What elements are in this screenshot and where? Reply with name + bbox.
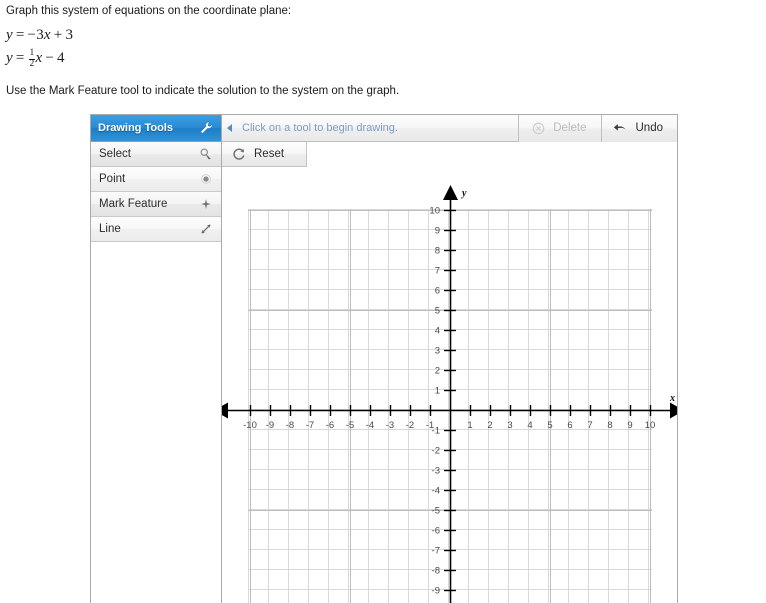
task-instruction: Use the Mark Feature tool to indicate th… [6, 85, 400, 97]
y-axis-tick-label: 10 [429, 206, 440, 217]
delete-circle-x-icon [530, 120, 546, 136]
tool-select[interactable]: Select [91, 142, 221, 167]
y-axis-tick-label: 9 [435, 226, 440, 237]
x-axis-tick-label: 2 [487, 420, 492, 431]
coordinate-plane-svg[interactable]: y x -10 -9 -8 -7 -6 -5 -4 -3 -2 -1 1 2 3 4 5 6 7 8 9 10 10 9 8 7 6… [222, 142, 677, 603]
x-axis-tick-label: 10 [645, 420, 656, 431]
tool-line[interactable]: Line [91, 217, 221, 242]
reset-refresh-icon [231, 146, 247, 162]
delete-button[interactable]: Delete [518, 114, 601, 142]
drawing-tools-title: Drawing Tools [98, 122, 173, 134]
wrench-icon [199, 120, 215, 136]
y-axis-tick-label: 6 [435, 286, 440, 297]
x-axis-label: x [669, 393, 675, 404]
y-axis-tick-label: -7 [432, 546, 440, 557]
y-axis-tick-label: -1 [432, 426, 440, 437]
tool-mark-feature[interactable]: Mark Feature [91, 192, 221, 217]
y-axis-tick-label: 8 [435, 246, 440, 257]
graphing-applet: Drawing Tools Select Point Mark Feature … [90, 114, 678, 603]
undo-arrow-icon [613, 120, 629, 136]
equation-2-operator: − [45, 50, 55, 66]
equation-1-coefficient: 3 [36, 27, 44, 43]
x-axis-tick-label: -5 [346, 420, 354, 431]
line-arrow-icon [198, 221, 214, 237]
y-axis-tick-label: -5 [432, 506, 440, 517]
equation-2-constant: 4 [57, 50, 65, 66]
delete-button-label: Delete [553, 122, 587, 134]
point-dot-icon [198, 171, 214, 187]
x-axis-arrow-right-icon [670, 402, 677, 419]
x-axis-tick-label: -3 [386, 420, 394, 431]
tool-point[interactable]: Point [91, 167, 221, 192]
equation-1-variable: x [43, 27, 51, 43]
x-axis-tick-label: -10 [243, 420, 257, 431]
x-axis-tick-label: -6 [326, 420, 334, 431]
cursor-select-icon [198, 146, 214, 162]
tool-mark-feature-label: Mark Feature [99, 198, 168, 210]
graph-work-area: Click on a tool to begin drawing. Delete… [222, 114, 677, 603]
y-axis-tick-label: 2 [435, 366, 440, 377]
reset-button[interactable]: Reset [222, 142, 308, 167]
x-axis-tick-label: 5 [547, 420, 552, 431]
x-axis-tick-label: 4 [527, 420, 532, 431]
equation-1-constant: 3 [65, 27, 74, 43]
status-message: Click on a tool to begin drawing. [242, 122, 398, 134]
y-axis-tick-label: 5 [435, 306, 440, 317]
tool-select-label: Select [99, 148, 131, 160]
y-axis-tick-label: -2 [432, 446, 440, 457]
y-axis-tick-label: -4 [432, 486, 440, 497]
y-axis-tick-label: -3 [432, 466, 440, 477]
y-axis-tick-label: -9 [432, 586, 440, 597]
undo-button-label: Undo [635, 122, 664, 134]
equation-1-lhs: y [6, 27, 13, 43]
x-axis-tick-label: -8 [286, 420, 294, 431]
drawing-tools-header: Drawing Tools [91, 115, 221, 142]
equation-1-operator: + [53, 27, 63, 43]
x-axis-arrow-left-icon [222, 402, 228, 419]
x-axis-tick-label: 3 [507, 420, 512, 431]
y-axis-tick-label: 3 [435, 346, 440, 357]
equation-2: y = 1 2 x −4 [6, 47, 746, 70]
y-axis-arrow-up-icon [443, 185, 458, 200]
drawing-tools-panel: Drawing Tools Select Point Mark Feature … [91, 115, 222, 603]
equation-1: y = −3x +3 [6, 24, 746, 47]
equation-1-equals: = [15, 27, 25, 43]
y-axis-tick-label: 4 [435, 326, 440, 337]
x-axis-tick-label: 6 [567, 420, 572, 431]
x-axis-tick-label: 7 [587, 420, 592, 431]
x-axis-tick-label: -9 [266, 420, 274, 431]
x-axis-tick-label: 8 [607, 420, 612, 431]
coordinate-plane-canvas[interactable]: y x -10 -9 -8 -7 -6 -5 -4 -3 -2 -1 1 2 3 4 5 6 7 8 9 10 10 9 8 7 6… [222, 142, 677, 603]
x-axis-tick-label: 1 [467, 420, 472, 431]
x-axis-tick-label: -4 [366, 420, 374, 431]
collapse-panel-arrow-icon[interactable] [222, 123, 238, 133]
y-axis-label: y [461, 188, 467, 199]
tool-point-label: Point [99, 173, 126, 185]
y-axis-tick-label: -8 [432, 566, 440, 577]
y-axis-tick-label: 1 [435, 386, 440, 397]
equation-2-equals: = [15, 50, 25, 66]
y-axis-tick-label: 7 [435, 266, 440, 277]
x-axis-tick-label: 9 [627, 420, 632, 431]
y-axis-tick-label: -6 [432, 526, 440, 537]
problem-statement: Graph this system of equations on the co… [6, 0, 746, 102]
applet-status-bar: Click on a tool to begin drawing. Delete… [222, 114, 677, 142]
mark-feature-plus-icon [198, 196, 214, 212]
reset-button-label: Reset [254, 148, 285, 160]
tool-line-label: Line [99, 223, 121, 235]
equation-2-lhs: y [6, 50, 13, 66]
x-axis-tick-label: -2 [406, 420, 414, 431]
equation-1-minus: − [27, 27, 37, 43]
undo-button[interactable]: Undo [600, 114, 677, 142]
prompt-heading: Graph this system of equations on the co… [6, 5, 292, 17]
equation-list: y = −3x +3 y = 1 2 x −4 [6, 24, 746, 70]
x-axis-tick-label: -7 [306, 420, 314, 431]
